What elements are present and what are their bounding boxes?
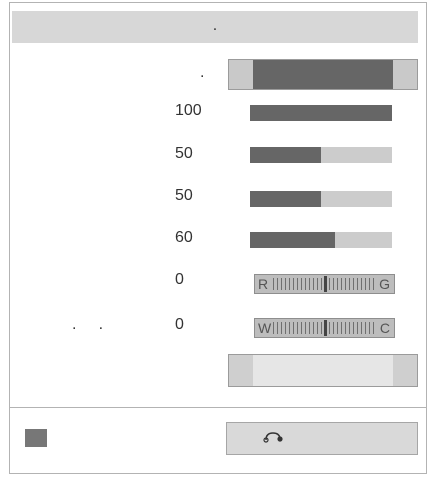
slider-fill: [250, 232, 336, 248]
footer-divider: [9, 407, 427, 408]
mode-next-button[interactable]: [393, 60, 417, 89]
setting-slider-4[interactable]: [250, 232, 392, 248]
wc-left-label: W: [258, 320, 272, 336]
rg-balance-slider[interactable]: R G: [254, 274, 395, 294]
mode-prev-button[interactable]: [229, 60, 253, 89]
setting-slider-3[interactable]: [250, 191, 392, 207]
balance-center-marker: [324, 320, 327, 336]
slider-fill: [250, 147, 321, 163]
rg-balance-value: 0: [175, 271, 184, 288]
balance-center-marker: [324, 276, 327, 292]
wc-balance-value: 0: [175, 316, 184, 333]
rg-right-label: G: [379, 276, 390, 292]
setting-slider-1[interactable]: [250, 105, 392, 121]
slider-fill: [250, 191, 321, 207]
mode-label: .: [200, 64, 205, 81]
setting-value-2: 50: [175, 145, 193, 162]
rg-left-label: R: [258, 276, 269, 292]
setting-value-3: 50: [175, 187, 193, 204]
color-key-swatch: [25, 429, 47, 447]
mode-selected-value: [253, 60, 393, 89]
wc-right-label: C: [379, 320, 390, 336]
mode-selector[interactable]: [228, 59, 418, 90]
setting-slider-2[interactable]: [250, 147, 392, 163]
return-arrow-icon: [263, 432, 283, 443]
reset-button-left-cap: [229, 355, 253, 386]
reset-button[interactable]: [228, 354, 418, 387]
wc-balance-label: . .: [72, 316, 104, 333]
reset-button-right-cap: [393, 355, 417, 386]
wc-balance-slider[interactable]: W C: [254, 318, 395, 338]
panel-title: .: [12, 11, 418, 43]
slider-fill: [250, 105, 392, 121]
setting-value-1: 100: [175, 102, 202, 119]
setting-value-4: 60: [175, 229, 193, 246]
back-button[interactable]: [226, 422, 418, 455]
